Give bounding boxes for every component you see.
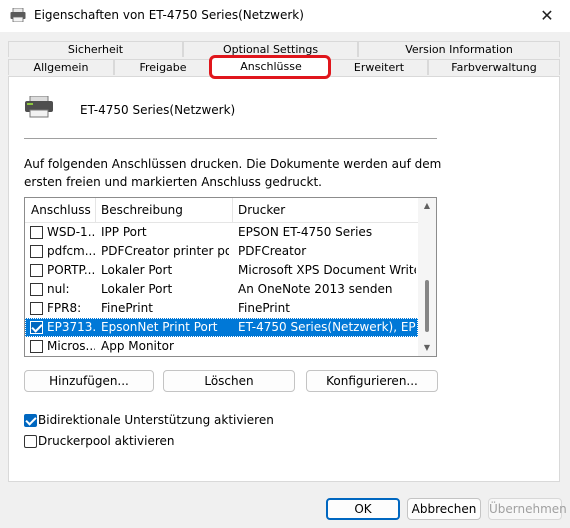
printer-icon [25, 96, 53, 118]
port-printer: PDFCreator [238, 244, 307, 258]
port-checkbox[interactable] [30, 340, 43, 353]
port-name: pdfcm... [47, 244, 95, 258]
window-title: Eigenschaften von ET-4750 Series(Netzwer… [34, 8, 304, 22]
delete-port-button[interactable]: Löschen [163, 370, 295, 392]
tab-farbverwaltung[interactable]: Farbverwaltung [428, 59, 560, 75]
port-checkbox[interactable] [30, 264, 43, 277]
list-item-selected[interactable]: EP3713... EpsonNet Print Port ET-4750 Se… [25, 318, 418, 337]
column-header-anschluss[interactable]: Anschluss [31, 203, 91, 217]
port-printer: An OneNote 2013 senden [238, 282, 393, 296]
port-printer: EPSON ET-4750 Series [238, 225, 373, 239]
column-divider[interactable] [232, 198, 233, 222]
list-item[interactable]: pdfcm... PDFCreator printer port PDFCrea… [25, 242, 418, 261]
apply-button[interactable]: Übernehmen [488, 498, 567, 520]
printer-name: ET-4750 Series(Netzwerk) [80, 103, 236, 117]
column-divider[interactable] [95, 198, 96, 222]
tab-version-information[interactable]: Version Information [358, 41, 560, 57]
column-header-beschreibung[interactable]: Beschreibung [101, 203, 183, 217]
bidirectional-checkbox[interactable] [24, 414, 37, 427]
port-description: EpsonNet Print Port [101, 320, 218, 334]
vertical-scrollbar[interactable]: ▲ ▼ [418, 198, 436, 356]
list-item[interactable]: PORTP... Lokaler Port Microsoft XPS Docu… [25, 261, 418, 280]
port-printer: Microsoft XPS Document Write... [238, 263, 416, 277]
scroll-up-arrow-icon[interactable]: ▲ [418, 198, 436, 214]
list-item[interactable]: Micros... App Monitor [25, 337, 418, 356]
port-name: FPR8: [47, 301, 82, 315]
cancel-button[interactable]: Abbrechen [407, 498, 481, 520]
tab-label: Erweitert [353, 61, 405, 74]
tab-label: Farbverwaltung [451, 61, 537, 74]
port-description: PDFCreator printer port [101, 244, 229, 258]
printer-pool-checkbox[interactable] [24, 435, 37, 448]
list-item[interactable]: FPR8: FinePrint FinePrint [25, 299, 418, 318]
ok-button[interactable]: OK [326, 498, 400, 520]
list-header: Anschluss Beschreibung Drucker [25, 198, 418, 223]
port-checkbox[interactable] [30, 302, 43, 315]
tab-label: Sicherheit [67, 43, 124, 56]
port-name: WSD-1... [47, 225, 95, 239]
column-header-drucker[interactable]: Drucker [238, 203, 285, 217]
port-description: FinePrint [101, 301, 153, 315]
port-description: Lokaler Port [101, 263, 173, 277]
port-description: App Monitor [101, 339, 174, 353]
port-checkbox[interactable] [30, 283, 43, 296]
tab-label: Allgemein [33, 61, 89, 74]
port-printer: ET-4750 Series(Netzwerk), EPS... [238, 320, 416, 334]
tab-freigabe[interactable]: Freigabe [114, 59, 212, 75]
port-printer: FinePrint [238, 301, 290, 315]
printer-icon [10, 8, 26, 22]
separator [24, 138, 437, 139]
port-name: Micros... [47, 339, 95, 353]
title-bar: Eigenschaften von ET-4750 Series(Netzwer… [0, 0, 570, 32]
scroll-thumb[interactable] [425, 280, 429, 332]
printer-pool-label[interactable]: Druckerpool aktivieren [38, 434, 174, 448]
add-port-button[interactable]: Hinzufügen... [24, 370, 154, 392]
port-description: Lokaler Port [101, 282, 173, 296]
tab-label: Version Information [405, 43, 513, 56]
port-name: EP3713... [47, 320, 95, 334]
scroll-down-arrow-icon[interactable]: ▼ [418, 340, 436, 356]
port-description: IPP Port [101, 225, 147, 239]
tab-sicherheit[interactable]: Sicherheit [8, 41, 183, 57]
ports-description: Auf folgenden Anschlüssen drucken. Die D… [24, 157, 442, 189]
list-item[interactable]: WSD-1... IPP Port EPSON ET-4750 Series [25, 223, 418, 242]
bidirectional-label[interactable]: Bidirektionale Unterstützung aktivieren [38, 413, 274, 427]
ports-list[interactable]: Anschluss Beschreibung Drucker WSD-1... … [24, 197, 437, 357]
port-checkbox[interactable] [30, 245, 43, 258]
tab-erweitert[interactable]: Erweitert [330, 59, 428, 75]
tab-label: Freigabe [139, 61, 187, 74]
configure-port-button[interactable]: Konfigurieren... [306, 370, 438, 392]
tab-allgemein[interactable]: Allgemein [8, 59, 114, 75]
port-name: nul: [47, 282, 70, 296]
port-checkbox[interactable] [30, 321, 43, 334]
port-name: PORTP... [47, 263, 95, 277]
port-checkbox[interactable] [30, 226, 43, 239]
tab-highlight-annotation [209, 55, 331, 79]
close-icon: ✕ [540, 6, 554, 25]
close-button[interactable]: ✕ [524, 0, 570, 32]
list-item[interactable]: nul: Lokaler Port An OneNote 2013 senden [25, 280, 418, 299]
